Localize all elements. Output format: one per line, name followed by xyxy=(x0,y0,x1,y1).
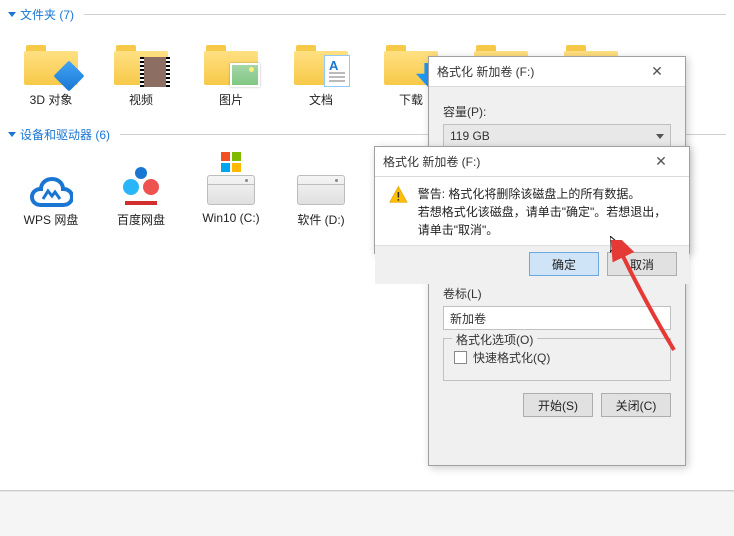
volume-label-value: 新加卷 xyxy=(450,310,486,327)
format-options-legend: 格式化选项(O) xyxy=(452,331,537,348)
format-dialog-titlebar[interactable]: 格式化 新加卷 (F:) ✕ xyxy=(429,57,685,87)
drive-label: Win10 (C:) xyxy=(202,211,259,225)
section-folders-title: 文件夹 (7) xyxy=(20,6,74,23)
wps-cloud-icon xyxy=(19,157,83,205)
chevron-down-icon xyxy=(8,132,16,137)
folder-videos[interactable]: 视频 xyxy=(96,33,186,116)
section-folders-header[interactable]: 文件夹 (7) xyxy=(0,0,734,25)
folder-icon xyxy=(289,37,353,85)
quick-format-checkbox[interactable]: 快速格式化(Q) xyxy=(454,349,660,366)
folder-documents[interactable]: 文档 xyxy=(276,33,366,116)
close-icon[interactable]: ✕ xyxy=(641,153,681,170)
folder-label: 3D 对象 xyxy=(30,91,73,108)
folder-icon xyxy=(199,37,263,85)
quick-format-label: 快速格式化(Q) xyxy=(473,349,550,366)
format-dialog-title: 格式化 新加卷 (F:) xyxy=(437,63,637,80)
capacity-label: 容量(P): xyxy=(443,103,671,120)
close-button[interactable]: 关闭(C) xyxy=(601,393,671,417)
close-icon[interactable]: ✕ xyxy=(637,63,677,80)
warning-line2: 若想格式化该磁盘，请单击"确定"。若想退出，请单击"取消"。 xyxy=(418,203,675,239)
confirm-dialog-title: 格式化 新加卷 (F:) xyxy=(383,153,641,170)
volume-label-label: 卷标(L) xyxy=(443,285,671,302)
ok-button[interactable]: 确定 xyxy=(529,252,599,276)
start-button[interactable]: 开始(S) xyxy=(523,393,593,417)
folder-label: 下载 xyxy=(399,91,423,108)
baidu-icon xyxy=(109,157,173,205)
volume-label-input[interactable]: 新加卷 xyxy=(443,306,671,330)
warning-text: 警告: 格式化将删除该磁盘上的所有数据。 若想格式化该磁盘，请单击"确定"。若想… xyxy=(418,185,675,239)
chevron-down-icon xyxy=(8,12,16,17)
folder-pictures[interactable]: 图片 xyxy=(186,33,276,116)
drive-c[interactable]: Win10 (C:) xyxy=(186,153,276,236)
drive-label: 软件 (D:) xyxy=(297,211,344,228)
folder-icon xyxy=(109,37,173,85)
warning-icon xyxy=(389,185,408,209)
section-devices-title: 设备和驱动器 (6) xyxy=(20,126,110,143)
confirm-dialog: 格式化 新加卷 (F:) ✕ 警告: 格式化将删除该磁盘上的所有数据。 若想格式… xyxy=(374,146,690,254)
capacity-dropdown[interactable]: 119 GB xyxy=(443,124,671,148)
chevron-down-icon xyxy=(656,134,664,139)
format-options-group: 格式化选项(O) 快速格式化(Q) xyxy=(443,338,671,381)
warning-line1: 警告: 格式化将删除该磁盘上的所有数据。 xyxy=(418,185,675,203)
drive-d[interactable]: 软件 (D:) xyxy=(276,153,366,236)
confirm-dialog-titlebar[interactable]: 格式化 新加卷 (F:) ✕ xyxy=(375,147,689,177)
drive-label: WPS 网盘 xyxy=(24,211,79,228)
drive-baidu[interactable]: 百度网盘 xyxy=(96,153,186,236)
cancel-button[interactable]: 取消 xyxy=(607,252,677,276)
drive-label: 百度网盘 xyxy=(117,211,165,228)
drive-wps[interactable]: WPS 网盘 xyxy=(6,153,96,236)
folder-label: 文档 xyxy=(309,91,333,108)
folder-icon xyxy=(19,37,83,85)
folder-3d-objects[interactable]: 3D 对象 xyxy=(6,33,96,116)
folder-label: 图片 xyxy=(219,91,243,108)
capacity-value: 119 GB xyxy=(450,129,490,143)
drive-icon xyxy=(199,157,263,205)
folder-label: 视频 xyxy=(129,91,153,108)
divider xyxy=(84,14,726,15)
checkbox-icon xyxy=(454,351,467,364)
drive-icon xyxy=(289,157,353,205)
status-bar xyxy=(0,490,734,536)
